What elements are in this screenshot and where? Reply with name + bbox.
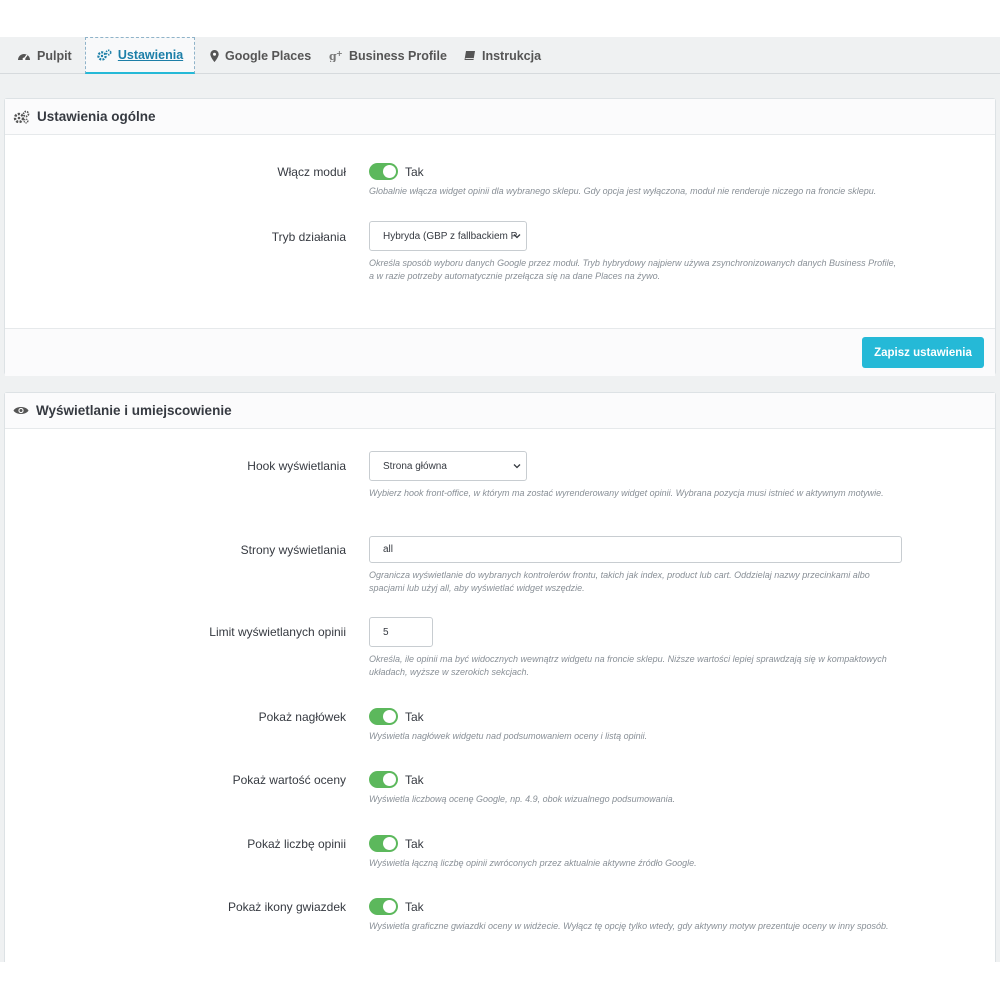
cogs-icon [97,48,112,61]
help-text: Wyświetla graficzne gwiazdki oceny w wid… [369,921,889,931]
tab-label: Instrukcja [482,48,542,63]
show-header-switch[interactable]: Tak [369,708,424,726]
help-text: Globalnie włącza widget opinii dla wybra… [369,186,877,196]
field-label: Włącz moduł [277,165,346,179]
enable-module-switch[interactable]: Tak [369,163,424,181]
svg-text:+: + [336,49,343,58]
hook-select[interactable]: Strona główna [369,451,527,481]
help-text: Określa sposób wyboru danych Google prze… [369,258,897,281]
select-value: Hybryda (GBP z fallbackiem P [383,230,518,242]
tab-ustawienia[interactable]: Ustawienia [85,37,195,74]
help-text: Ogranicza wyświetlanie do wybranych kont… [369,570,870,593]
cogs-icon [13,110,30,123]
chevron-down-icon [513,464,521,469]
help-text: Określa, ile opinii ma być widocznych we… [369,654,887,677]
tab-pulpit[interactable]: Pulpit [17,37,72,74]
show-count-switch[interactable]: Tak [369,835,424,853]
field-label: Hook wyświetlania [247,459,346,473]
field-label: Strony wyświetlania [240,543,346,557]
settings-page: Pulpit Ustawienia Google Places g + Busin… [0,37,1000,962]
toggle-state-label: Tak [405,899,424,914]
pages-input-wrap: all [369,536,902,563]
toggle-state-label: Tak [405,836,424,851]
panel-footer: Zapisz ustawienia [5,328,995,376]
tab-business-profile[interactable]: g + Business Profile [329,37,447,74]
tab-label: Ustawienia [117,48,184,62]
panel-title: Wyświetlanie i umiejscowienie [36,403,232,418]
toggle-switch[interactable] [369,898,398,916]
toggle-state-label: Tak [405,164,424,179]
select-value: Strona główna [383,460,447,472]
limit-input[interactable]: 5 [369,617,433,647]
field-label: Limit wyświetlanych opinii [209,625,346,639]
panel-heading: Wyświetlanie i umiejscowienie [5,393,995,429]
map-marker-icon [210,49,219,62]
help-text: Wybierz hook front-office, w którym ma z… [369,488,884,498]
eye-icon [13,406,29,415]
field-label: Tryb działania [271,230,346,244]
panel-title: Ustawienia ogólne [37,109,156,124]
field-label: Pokaż wartość oceny [232,773,346,787]
show-stars-switch[interactable]: Tak [369,898,424,916]
tab-label: Google Places [225,48,312,63]
field-label: Pokaż nagłówek [258,710,346,724]
help-text: Wyświetla nagłówek widgetu nad podsumowa… [369,731,648,741]
dashboard-icon [18,53,30,60]
book-icon [464,50,475,60]
tab-bar: Pulpit Ustawienia Google Places g + Busin… [0,37,1000,74]
chevron-down-icon [513,234,521,239]
toggle-state-label: Tak [405,709,424,724]
toggle-switch[interactable] [369,835,398,853]
toggle-state-label: Tak [405,772,424,787]
general-settings-panel: Ustawienia ogólne Włącz moduł Tak Global… [4,98,996,376]
tab-google-places[interactable]: Google Places [210,37,311,74]
tab-label: Business Profile [349,48,447,63]
panel-heading: Ustawienia ogólne [5,99,995,135]
display-settings-panel: Wyświetlanie i umiejscowienie Hook wyświ… [4,392,996,962]
google-plus-icon: g + [329,49,343,62]
help-text: Wyświetla liczbową ocenę Google, np. 4.9… [369,794,676,804]
pages-input[interactable]: all [369,536,902,563]
limit-input-wrap: 5 [369,617,433,647]
toggle-switch[interactable] [369,708,398,726]
field-label: Pokaż liczbę opinii [247,837,346,851]
tab-label: Pulpit [37,48,72,63]
show-rating-switch[interactable]: Tak [369,771,424,789]
mode-select[interactable]: Hybryda (GBP z fallbackiem P [369,221,527,251]
save-settings-button[interactable]: Zapisz ustawienia [862,337,984,368]
toggle-switch[interactable] [369,163,398,181]
toggle-switch[interactable] [369,771,398,789]
field-label: Pokaż ikony gwiazdek [227,900,346,914]
tab-instrukcja[interactable]: Instrukcja [464,37,541,74]
help-text: Wyświetla łączną liczbę opinii zwróconyc… [369,858,697,868]
